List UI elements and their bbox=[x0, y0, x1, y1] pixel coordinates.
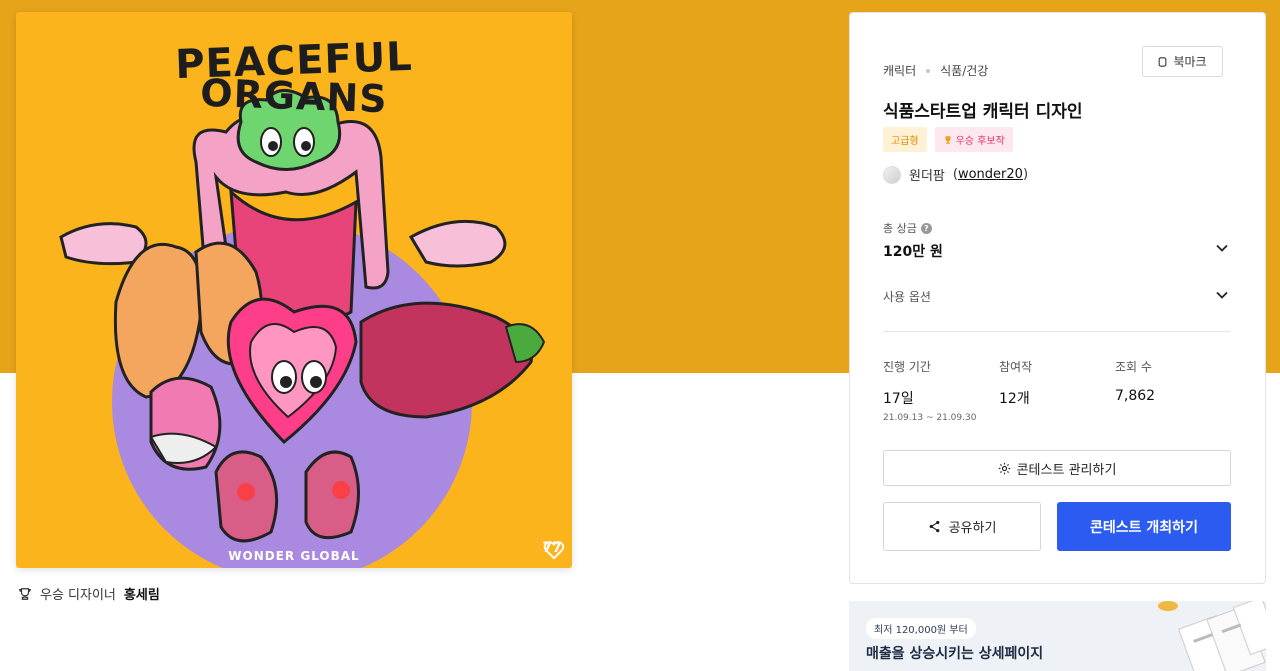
stat-entries: 참여작 12개 bbox=[999, 358, 1032, 408]
prize-label-text: 총 상금 bbox=[883, 222, 917, 235]
prize-label: 총 상금 ? bbox=[883, 220, 932, 236]
contest-title: 식품스타트업 캐릭터 디자인 bbox=[883, 102, 1083, 122]
heart-icon bbox=[543, 541, 564, 560]
author-handle-wrap: (wonder20) bbox=[952, 167, 1029, 182]
stat-views: 조회 수 7,862 bbox=[1115, 358, 1155, 404]
stat-entries-value: 12개 bbox=[999, 391, 1030, 407]
category-primary[interactable]: 캐릭터 bbox=[883, 62, 916, 79]
winner-label: 우승 디자이너 bbox=[40, 588, 116, 603]
winner-designer: 우승 디자이너 홍세림 bbox=[18, 584, 160, 603]
stat-views-label: 조회 수 bbox=[1115, 360, 1152, 374]
trophy-icon bbox=[19, 587, 31, 600]
grade-badge: 고급형 bbox=[883, 127, 927, 152]
host-author[interactable]: 원더팜 (wonder20) bbox=[883, 165, 1028, 184]
like-button[interactable]: 77 bbox=[543, 540, 564, 560]
award-badge-label: 우승 후보작 bbox=[955, 136, 1005, 147]
stat-period-value: 17일 bbox=[883, 391, 914, 407]
chevron-down-icon[interactable] bbox=[1215, 241, 1229, 255]
winner-name[interactable]: 홍세림 bbox=[124, 584, 160, 603]
stat-period-label: 진행 기간 bbox=[883, 360, 931, 374]
manage-contest-label: 콘테스트 관리하기 bbox=[1016, 462, 1117, 478]
usage-options-label[interactable]: 사용 옵션 bbox=[883, 288, 931, 305]
author-handle[interactable]: wonder20 bbox=[958, 167, 1023, 182]
ad-price-pill: 최저 120,000원 부터 bbox=[866, 618, 976, 639]
stat-period-range: 21.09.13 ~ 21.09.30 bbox=[883, 413, 977, 423]
ad-headline: 매출을 상승시키는 상세페이지 bbox=[866, 646, 1044, 662]
host-contest-button[interactable]: 콘테스트 개최하기 bbox=[1057, 502, 1231, 551]
trophy-icon bbox=[945, 135, 951, 144]
prize-value: 120만 원 bbox=[883, 244, 943, 260]
contest-tags: 고급형 우승 후보작 bbox=[883, 127, 1013, 152]
avatar bbox=[883, 165, 901, 184]
manage-contest-button[interactable]: 콘테스트 관리하기 bbox=[883, 450, 1231, 486]
share-icon bbox=[929, 520, 939, 533]
author-name: 원더팜 bbox=[909, 169, 945, 184]
share-button[interactable]: 공유하기 bbox=[883, 502, 1041, 551]
share-label: 공유하기 bbox=[948, 521, 997, 536]
ad-banner[interactable]: 최저 120,000원 부터 매출을 상승시키는 상세페이지 bbox=[849, 601, 1266, 671]
stat-period: 진행 기간 17일 21.09.13 ~ 21.09.30 bbox=[883, 358, 976, 423]
chevron-down-icon[interactable] bbox=[1215, 288, 1229, 302]
gear-icon bbox=[998, 462, 1010, 474]
stat-entries-label: 참여작 bbox=[999, 360, 1033, 374]
breadcrumb-separator bbox=[926, 68, 931, 73]
category-breadcrumb: 캐릭터 식품/건강 bbox=[883, 62, 988, 79]
artwork-footer-brand: WONDER GLOBAL bbox=[228, 549, 360, 563]
stat-views-value: 7,862 bbox=[1115, 388, 1156, 404]
ad-mockup-image bbox=[1158, 601, 1266, 671]
contest-artwork[interactable]: PEACEFUL ORGANS WONDER GLOBAL 77 bbox=[16, 12, 572, 568]
divider bbox=[883, 331, 1230, 332]
category-secondary[interactable]: 식품/건강 bbox=[940, 62, 988, 79]
help-icon[interactable]: ? bbox=[920, 222, 932, 234]
bookmark-icon bbox=[1159, 56, 1167, 67]
bookmark-button[interactable]: 북마크 bbox=[1142, 46, 1223, 77]
award-badge: 우승 후보작 bbox=[934, 127, 1013, 152]
contest-info-card: 캐릭터 식품/건강 북마크 식품스타트업 캐릭터 디자인 고급형 우승 후보작 … bbox=[849, 12, 1266, 584]
bookmark-label: 북마크 bbox=[1173, 55, 1207, 69]
